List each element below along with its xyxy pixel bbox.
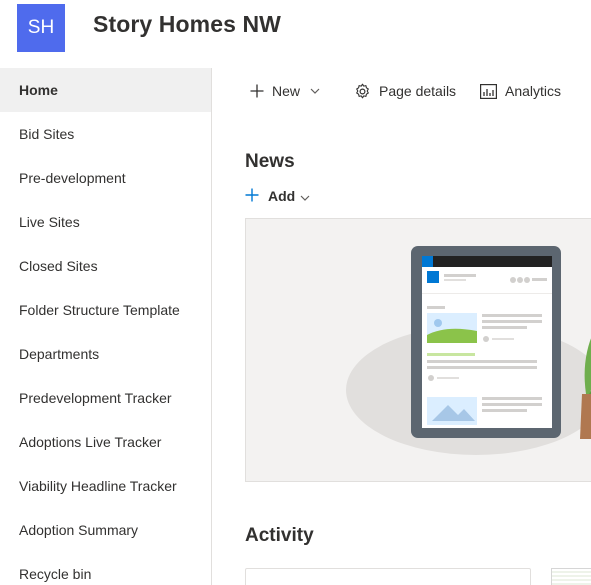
new-button[interactable]: New (250, 82, 320, 100)
site-title[interactable]: Story Homes NW (93, 11, 281, 38)
analytics-icon (480, 83, 497, 99)
site-header: SH Story Homes NW (0, 0, 591, 68)
activity-thumbnail[interactable] (551, 568, 591, 585)
add-button-label: Add (268, 188, 296, 204)
news-section-title: News (245, 151, 295, 172)
page-details-label: Page details (379, 83, 457, 99)
sidebar-item-recycle-bin[interactable]: Recycle bin (0, 552, 211, 585)
sidebar-item-folder-structure-template[interactable]: Folder Structure Template (0, 288, 211, 332)
sidebar-nav: Home Bid Sites Pre-development Live Site… (0, 68, 212, 585)
plus-icon (245, 188, 259, 205)
sidebar-item-viability-headline-tracker[interactable]: Viability Headline Tracker (0, 464, 211, 508)
page-details-button[interactable]: Page details (354, 82, 456, 100)
sidebar-item-bid-sites[interactable]: Bid Sites (0, 112, 211, 156)
sidebar-item-live-sites[interactable]: Live Sites (0, 200, 211, 244)
sidebar-item-departments[interactable]: Departments (0, 332, 211, 376)
chevron-down-icon (300, 188, 310, 204)
sidebar-item-predevelopment-tracker[interactable]: Predevelopment Tracker (0, 376, 211, 420)
sidebar-item-pre-development[interactable]: Pre-development (0, 156, 211, 200)
plus-icon (250, 84, 264, 98)
news-placeholder-illustration (346, 246, 591, 455)
analytics-button[interactable]: Analytics (480, 82, 561, 100)
news-placeholder-panel (245, 218, 591, 482)
gear-icon (354, 83, 371, 100)
sidebar-item-adoption-summary[interactable]: Adoption Summary (0, 508, 211, 552)
new-button-label: New (272, 83, 301, 99)
sidebar-item-home[interactable]: Home (0, 68, 211, 112)
analytics-label: Analytics (505, 83, 562, 99)
activity-section-title: Activity (245, 525, 314, 546)
sidebar-item-closed-sites[interactable]: Closed Sites (0, 244, 211, 288)
command-bar: New Page details Analytics (213, 68, 591, 114)
chevron-down-icon (310, 88, 320, 94)
activity-card[interactable] (245, 568, 531, 585)
sidebar-item-adoptions-live-tracker[interactable]: Adoptions Live Tracker (0, 420, 211, 464)
site-logo[interactable]: SH (17, 4, 65, 52)
add-news-button[interactable]: Add (245, 187, 310, 205)
